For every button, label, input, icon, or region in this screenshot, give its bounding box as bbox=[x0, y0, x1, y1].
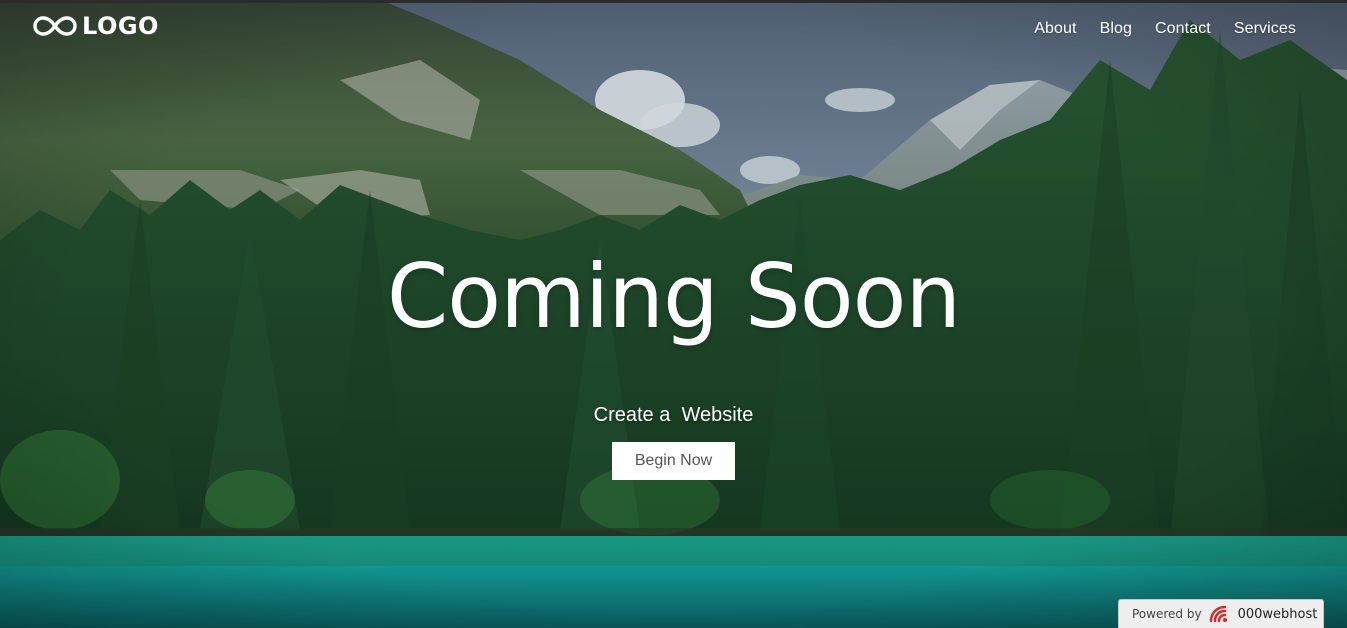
logo[interactable]: LOGO bbox=[32, 13, 159, 39]
coming-soon-page: LOGO About Blog Contact Services Coming … bbox=[0, 0, 1347, 628]
begin-now-button[interactable]: Begin Now bbox=[612, 442, 735, 480]
infinity-icon bbox=[33, 16, 77, 36]
top-border bbox=[0, 0, 1347, 3]
logo-text: LOGO bbox=[82, 12, 159, 40]
powered-by-label: Powered by bbox=[1132, 607, 1202, 621]
nav-item-services[interactable]: Services bbox=[1234, 20, 1296, 38]
nav-item-contact[interactable]: Contact bbox=[1155, 20, 1211, 38]
powered-by-badge[interactable]: Powered by 000webhost bbox=[1118, 599, 1324, 628]
nav-item-about[interactable]: About bbox=[1034, 20, 1076, 38]
nav-item-blog[interactable]: Blog bbox=[1100, 20, 1132, 38]
hero-title: Coming Soon bbox=[386, 245, 961, 348]
hero-subtitle: Create a Website bbox=[593, 404, 754, 426]
000webhost-logo-icon bbox=[1209, 605, 1227, 623]
main-nav: About Blog Contact Services bbox=[1034, 20, 1296, 38]
powered-by-brand: 000webhost bbox=[1237, 606, 1318, 622]
